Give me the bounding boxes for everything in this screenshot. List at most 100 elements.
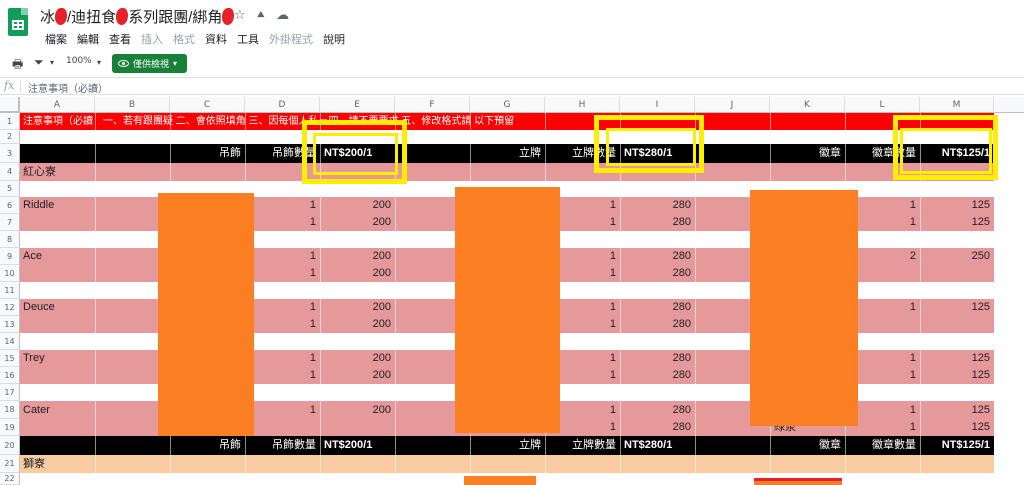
view-only-button[interactable]: 僅供檢視 ▾ — [112, 54, 187, 73]
sheets-logo-icon[interactable] — [8, 8, 28, 36]
price-cell[interactable]: 280 — [620, 367, 695, 384]
price-cell[interactable]: 125 — [920, 299, 994, 316]
menu-tools[interactable]: 工具 — [232, 31, 264, 47]
header-cell[interactable]: 吊飾 — [170, 436, 245, 455]
row-number[interactable]: 3 — [0, 144, 20, 163]
menu-data[interactable]: 資料 — [200, 31, 232, 47]
price-cell[interactable]: 200 — [320, 214, 395, 231]
price-cell[interactable]: 200 — [320, 248, 395, 265]
price-cell[interactable]: 280 — [620, 401, 695, 419]
cloud-status-icon[interactable]: ☁ — [276, 8, 289, 23]
menu-help[interactable]: 說明 — [318, 31, 350, 47]
row-number[interactable]: 19 — [0, 419, 20, 436]
price-cell[interactable]: 280 — [620, 299, 695, 316]
price-cell[interactable]: 200 — [320, 197, 395, 214]
row-number[interactable]: 17 — [0, 384, 20, 401]
zoom-select[interactable]: 100% — [66, 56, 92, 66]
price-cell[interactable]: 125 — [920, 350, 994, 367]
price-cell[interactable]: 200 — [320, 299, 395, 316]
header-cell[interactable]: 立牌數量 — [545, 436, 620, 455]
header-cell[interactable]: 立牌 — [470, 436, 545, 455]
column-header-l[interactable]: L — [845, 97, 920, 113]
header-cell[interactable]: 徽章 — [770, 144, 845, 163]
header-cell[interactable]: 吊飾 — [170, 144, 245, 163]
row-number[interactable]: 12 — [0, 299, 20, 316]
header-cell[interactable]: 徽章數量 — [845, 436, 920, 455]
name-cell[interactable]: Trey — [20, 350, 95, 367]
price-cell[interactable]: 200 — [320, 265, 395, 282]
name-cell[interactable]: Cater — [20, 401, 95, 419]
qty-cell[interactable]: 1 — [245, 248, 320, 265]
qty-cell[interactable]: 1 — [245, 265, 320, 282]
header-cell[interactable]: 立牌 — [470, 144, 545, 163]
row-number[interactable]: 18 — [0, 401, 20, 419]
price-cell[interactable]: 200 — [320, 367, 395, 384]
filter-icon[interactable]: ⏷ — [34, 55, 44, 70]
price-cell[interactable]: 125 — [920, 214, 994, 231]
price-cell[interactable]: 280 — [620, 419, 695, 436]
select-all-corner[interactable] — [0, 97, 20, 113]
qty-cell[interactable]: 1 — [245, 401, 320, 419]
row-number[interactable]: 9 — [0, 248, 20, 265]
header-cell[interactable]: NT$280/1 — [620, 436, 695, 455]
filter-dropdown-icon[interactable]: ▾ — [50, 58, 54, 67]
column-header-b[interactable]: B — [95, 97, 170, 113]
formula-input[interactable]: 注意事項（必讀） — [28, 80, 108, 95]
price-cell[interactable]: 250 — [920, 248, 994, 265]
column-header-j[interactable]: J — [695, 97, 770, 113]
row-number[interactable]: 6 — [0, 197, 20, 214]
header-cell[interactable]: 徽章 — [770, 436, 845, 455]
menu-edit[interactable]: 編輯 — [72, 31, 104, 47]
column-header-e[interactable]: E — [320, 97, 395, 113]
move-to-drive-icon[interactable]: ⯅ — [256, 8, 266, 23]
price-cell[interactable]: 280 — [620, 197, 695, 214]
name-cell[interactable]: Deuce — [20, 299, 95, 316]
row-number[interactable]: 14 — [0, 333, 20, 350]
header-cell[interactable]: 吊飾數量 — [245, 436, 320, 455]
row-number[interactable]: 15 — [0, 350, 20, 367]
price-cell[interactable]: 200 — [320, 316, 395, 333]
price-cell[interactable]: 200 — [320, 350, 395, 367]
row-number[interactable]: 5 — [0, 181, 20, 197]
print-icon[interactable]: 🖶 — [12, 55, 23, 76]
price-cell[interactable]: 280 — [620, 248, 695, 265]
qty-cell[interactable]: 1 — [245, 299, 320, 316]
column-header-k[interactable]: K — [770, 97, 845, 113]
column-header-i[interactable]: I — [620, 97, 695, 113]
price-cell[interactable]: 125 — [920, 401, 994, 419]
row-number[interactable]: 10 — [0, 265, 20, 282]
price-cell[interactable]: 280 — [620, 214, 695, 231]
row-number[interactable]: 8 — [0, 231, 20, 248]
price-cell[interactable]: 125 — [920, 197, 994, 214]
star-icon[interactable]: ☆ — [234, 8, 246, 23]
header-cell[interactable]: NT$200/1 — [320, 436, 395, 455]
column-header-g[interactable]: G — [470, 97, 545, 113]
qty-cell[interactable]: 1 — [245, 367, 320, 384]
zoom-dropdown-icon[interactable]: ▾ — [97, 58, 101, 67]
row-number[interactable]: 1 — [0, 113, 20, 130]
row-number[interactable]: 2 — [0, 130, 20, 144]
row-number[interactable]: 21 — [0, 455, 20, 473]
menu-insert[interactable]: 插入 — [136, 31, 168, 47]
document-title[interactable]: 冰/迪扭食 系列跟團/綁角 — [40, 6, 235, 27]
price-cell[interactable]: 280 — [620, 316, 695, 333]
name-cell[interactable]: Ace — [20, 248, 95, 265]
row-number[interactable]: 13 — [0, 316, 20, 333]
qty-cell[interactable]: 1 — [245, 197, 320, 214]
notice-cell[interactable]: 注意事項（必讀 一、若有跟團疑 二、會依照填角 三、因每個人私ㄧ四、請不要要求 … — [20, 113, 994, 130]
column-header-c[interactable]: C — [170, 97, 245, 113]
column-header-m[interactable]: M — [920, 97, 994, 113]
price-cell[interactable]: 200 — [320, 401, 395, 419]
column-header-f[interactable]: F — [395, 97, 470, 113]
section-title[interactable]: 紅心寮 — [20, 163, 170, 181]
qty-cell[interactable]: 1 — [245, 214, 320, 231]
row-number[interactable]: 22 — [0, 473, 20, 485]
menu-addons[interactable]: 外掛程式 — [264, 31, 318, 47]
row-number[interactable]: 7 — [0, 214, 20, 231]
menu-file[interactable]: 檔案 — [40, 31, 72, 47]
menu-view[interactable]: 查看 — [104, 31, 136, 47]
price-cell[interactable]: 280 — [620, 265, 695, 282]
section-title[interactable]: 獅寮 — [20, 455, 170, 473]
header-cell[interactable]: NT$125/1 — [920, 436, 994, 455]
row-number[interactable]: 11 — [0, 282, 20, 299]
